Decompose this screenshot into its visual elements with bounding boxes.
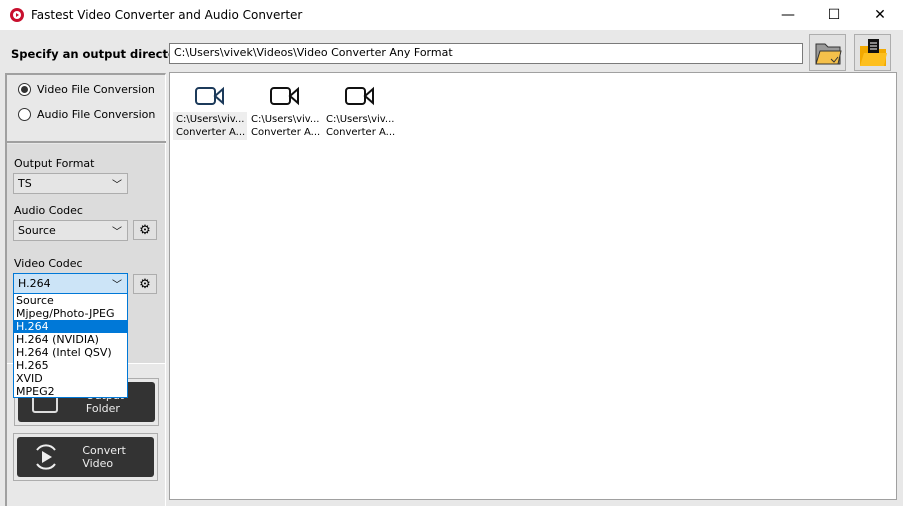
- button-label: Convert Video: [82, 444, 126, 470]
- file-name: C:\Users\viv...: [251, 114, 320, 125]
- convert-play-icon: [36, 444, 56, 470]
- codec-option[interactable]: MPEG2: [14, 385, 127, 398]
- codec-option[interactable]: H.264: [14, 320, 127, 333]
- audio-conversion-radio[interactable]: Audio File Conversion: [18, 108, 155, 121]
- file-item[interactable]: C:\Users\viv... Converter A...: [248, 80, 322, 140]
- audio-codec-label: Audio Codec: [14, 204, 83, 217]
- output-directory-label: Specify an output directory: [11, 47, 190, 61]
- chevron-down-icon: ﹀: [112, 227, 122, 238]
- title-bar: Fastest Video Converter and Audio Conver…: [0, 0, 903, 30]
- codec-option[interactable]: XVID: [14, 372, 127, 385]
- maximize-button[interactable]: ☐: [811, 0, 857, 30]
- select-value: TS: [18, 177, 32, 190]
- gear-icon: ⚙: [139, 222, 151, 238]
- file-name: Converter A...: [251, 127, 321, 138]
- codec-option[interactable]: Mjpeg/Photo-JPEG: [14, 307, 127, 320]
- video-camera-icon: [270, 86, 299, 106]
- radio-label: Video File Conversion: [37, 83, 155, 96]
- folder-check-icon: [814, 43, 842, 64]
- audio-settings-button[interactable]: ⚙: [133, 220, 157, 240]
- output-format-label: Output Format: [14, 157, 95, 170]
- video-settings-button[interactable]: ⚙: [133, 274, 157, 294]
- folder-document-icon: [859, 38, 887, 66]
- select-value: Source: [18, 224, 56, 237]
- gear-icon: ⚙: [139, 276, 151, 292]
- radio-label: Audio File Conversion: [37, 108, 156, 121]
- close-button[interactable]: ✕: [857, 0, 903, 30]
- file-name: Converter A...: [176, 127, 246, 138]
- file-name: C:\Users\viv...: [176, 114, 245, 125]
- file-name: Converter A...: [326, 127, 396, 138]
- video-camera-icon: [345, 86, 374, 106]
- video-camera-icon: [195, 86, 224, 106]
- codec-option[interactable]: H.265: [14, 359, 127, 372]
- window-title: Fastest Video Converter and Audio Conver…: [31, 8, 303, 22]
- browse-folder-button[interactable]: [809, 34, 846, 71]
- select-value: H.264: [18, 277, 51, 290]
- file-item[interactable]: C:\Users\viv... Converter A...: [173, 80, 247, 140]
- minimize-button[interactable]: —: [765, 0, 811, 30]
- video-codec-select[interactable]: H.264 ﹀: [13, 273, 128, 294]
- chevron-down-icon: ﹀: [112, 180, 122, 191]
- file-name: C:\Users\viv...: [326, 114, 395, 125]
- codec-option[interactable]: Source: [14, 294, 127, 307]
- codec-option[interactable]: H.264 (Intel QSV): [14, 346, 127, 359]
- audio-codec-select[interactable]: Source ﹀: [13, 220, 128, 241]
- video-conversion-radio[interactable]: Video File Conversion: [18, 83, 155, 96]
- video-codec-dropdown: Source Mjpeg/Photo-JPEG H.264 H.264 (NVI…: [13, 293, 128, 398]
- codec-option[interactable]: H.264 (NVIDIA): [14, 333, 127, 346]
- output-format-select[interactable]: TS ﹀: [13, 173, 128, 194]
- app-logo-icon: [10, 8, 24, 22]
- video-codec-label: Video Codec: [14, 257, 83, 270]
- convert-video-button[interactable]: Convert Video: [13, 433, 158, 481]
- chevron-down-icon: ﹀: [112, 280, 122, 291]
- open-output-button[interactable]: [854, 34, 891, 71]
- file-item[interactable]: C:\Users\viv... Converter A...: [323, 80, 397, 140]
- output-directory-input[interactable]: C:\Users\vivek\Videos\Video Converter An…: [169, 43, 803, 64]
